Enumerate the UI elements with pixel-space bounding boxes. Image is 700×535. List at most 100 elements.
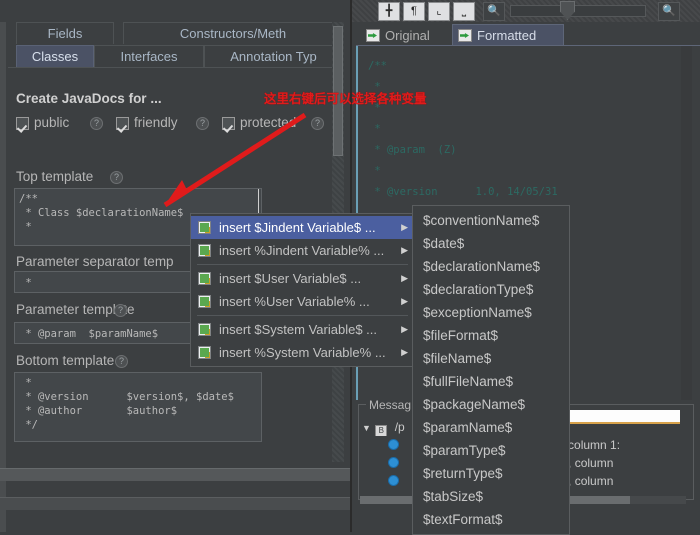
- variable-submenu: $conventionName$ $date$ $declarationName…: [412, 205, 570, 535]
- tab-interfaces[interactable]: Interfaces: [94, 45, 204, 67]
- panel-top-strip: [0, 0, 350, 22]
- chevron-down-icon[interactable]: ▼: [362, 419, 372, 436]
- tab-constructors-methods[interactable]: Constructors/Meth: [123, 22, 343, 44]
- tab-row-1: Fields Constructors/Meth: [8, 22, 343, 45]
- submenu-item[interactable]: $returnType$: [413, 462, 569, 485]
- submenu-item[interactable]: $paramType$: [413, 439, 569, 462]
- parameter-template-input[interactable]: * @param $paramName$: [14, 322, 200, 344]
- help-icon[interactable]: ?: [196, 117, 209, 130]
- checkbox-friendly-label: friendly: [134, 115, 178, 130]
- chevron-right-icon: ▶: [401, 222, 408, 232]
- variable-icon: [198, 323, 211, 336]
- checkbox-public-label: public: [34, 115, 70, 130]
- tab-original-label: Original: [385, 28, 430, 43]
- menu-item-label: insert $Jindent Variable$ ...: [219, 220, 376, 235]
- help-icon[interactable]: ?: [115, 355, 128, 368]
- insert-template-icon[interactable]: ╋: [378, 2, 400, 21]
- preview-tab-bar: Original Formatted: [356, 24, 700, 46]
- menu-item-label: insert $User Variable$ ...: [219, 271, 362, 286]
- file-icon: B: [375, 425, 388, 436]
- submenu-item[interactable]: $fullFileName$: [413, 370, 569, 393]
- zoom-slider[interactable]: [510, 5, 646, 17]
- menu-item-label: insert %Jindent Variable% ...: [219, 243, 385, 258]
- preview-toolbar: ╋ ¶ ⌞ ⎵ 🔍 🔍: [352, 0, 700, 22]
- menu-item-label: insert $System Variable$ ...: [219, 322, 377, 337]
- checkbox-public[interactable]: [16, 117, 29, 130]
- help-icon[interactable]: ?: [311, 117, 324, 130]
- submenu-item[interactable]: $date$: [413, 232, 569, 255]
- submenu-item[interactable]: $fileName$: [413, 347, 569, 370]
- annotation-text: 这里右键后可以选择各种变量: [264, 91, 427, 106]
- menu-item-insert-user-variable[interactable]: insert $User Variable$ ... ▶: [191, 267, 414, 290]
- help-icon[interactable]: ?: [114, 304, 127, 317]
- tab-fields[interactable]: Fields: [16, 22, 114, 44]
- left-bottom-divider-1: [0, 468, 350, 481]
- tab-row-2: Classes Interfaces Annotation Typ: [8, 45, 343, 68]
- variable-icon: [198, 272, 211, 285]
- menu-item-insert-system-variable[interactable]: insert $System Variable$ ... ▶: [191, 318, 414, 341]
- submenu-item[interactable]: $tabSize$: [413, 485, 569, 508]
- checkbox-protected-label: protected: [240, 115, 297, 130]
- submenu-item[interactable]: $paramName$: [413, 416, 569, 439]
- top-template-label: Top template: [16, 169, 94, 184]
- chevron-right-icon: ▶: [401, 347, 408, 357]
- menu-item-insert-user-variable-percent[interactable]: insert %User Variable% ... ▶: [191, 290, 414, 313]
- variable-icon: [198, 346, 211, 359]
- parameter-separator-label: Parameter separator temp: [16, 254, 174, 269]
- submenu-item[interactable]: $textFormat$: [413, 508, 569, 531]
- export-icon: [366, 29, 380, 42]
- submenu-item[interactable]: $declarationType$: [413, 278, 569, 301]
- tab-classes[interactable]: Classes: [16, 45, 94, 67]
- messages-panel-title: Messag: [366, 398, 415, 412]
- submenu-item[interactable]: $fileFormat$: [413, 324, 569, 347]
- panel-left-edge: [0, 0, 6, 532]
- menu-item-label: insert %System Variable% ...: [219, 345, 386, 360]
- editor-vertical-scrollbar[interactable]: [681, 46, 692, 400]
- tab-underline: [8, 67, 343, 68]
- visibility-checkbox-row: public ? friendly ? protected ?: [0, 115, 350, 133]
- variable-icon: [198, 244, 211, 257]
- help-icon[interactable]: ?: [110, 171, 123, 184]
- menu-item-label: insert %User Variable% ...: [219, 294, 370, 309]
- tab-original[interactable]: Original: [360, 24, 452, 45]
- help-icon[interactable]: ?: [90, 117, 103, 130]
- variable-icon: [198, 295, 211, 308]
- app-window: Fields Constructors/Meth Classes Interfa…: [0, 0, 700, 535]
- checkbox-protected[interactable]: [222, 117, 235, 130]
- wrap-left-icon[interactable]: ⌞: [428, 2, 450, 21]
- wrap-bottom-icon[interactable]: ⎵: [453, 2, 475, 21]
- menu-item-insert-system-variable-percent[interactable]: insert %System Variable% ... ▶: [191, 341, 414, 364]
- menu-item-insert-jindent-variable[interactable]: insert $Jindent Variable$ ... ▶: [191, 216, 414, 239]
- menu-item-insert-jindent-variable-percent[interactable]: insert %Jindent Variable% ... ▶: [191, 239, 414, 262]
- magnifier-plus-icon[interactable]: 🔍: [658, 2, 680, 21]
- magnifier-icon[interactable]: 🔍: [483, 2, 505, 21]
- tab-formatted[interactable]: Formatted: [452, 24, 564, 45]
- chevron-right-icon: ▶: [401, 324, 408, 334]
- submenu-item[interactable]: $packageName$: [413, 393, 569, 416]
- zoom-slider-knob[interactable]: [560, 1, 575, 20]
- left-tab-bar: Fields Constructors/Meth Classes Interfa…: [8, 22, 343, 68]
- context-menu: insert $Jindent Variable$ ... ▶ insert %…: [190, 213, 415, 367]
- tree-root-label: /p: [394, 420, 405, 434]
- chevron-right-icon: ▶: [401, 296, 408, 306]
- info-icon: [388, 439, 399, 450]
- checkbox-friendly[interactable]: [116, 117, 129, 130]
- bottom-template-label: Bottom template: [16, 353, 115, 368]
- menu-separator: [197, 315, 408, 316]
- variable-icon: [198, 221, 211, 234]
- tab-formatted-label: Formatted: [477, 28, 537, 43]
- submenu-item[interactable]: $conventionName$: [413, 209, 569, 232]
- paragraph-icon[interactable]: ¶: [403, 2, 425, 21]
- chevron-right-icon: ▶: [401, 273, 408, 283]
- submenu-item[interactable]: $declarationName$: [413, 255, 569, 278]
- create-javadocs-label: Create JavaDocs for ...: [16, 91, 162, 106]
- info-icon: [388, 475, 399, 486]
- chevron-right-icon: ▶: [401, 245, 408, 255]
- submenu-item[interactable]: $exceptionName$: [413, 301, 569, 324]
- tab-annotation-types[interactable]: Annotation Typ: [204, 45, 343, 67]
- left-bottom-divider-2: [0, 497, 350, 510]
- info-icon: [388, 457, 399, 468]
- parameter-separator-input[interactable]: *: [14, 271, 200, 293]
- bottom-template-input[interactable]: * * @version $version$, $date$ * @author…: [14, 372, 262, 442]
- text-caret: [258, 189, 259, 213]
